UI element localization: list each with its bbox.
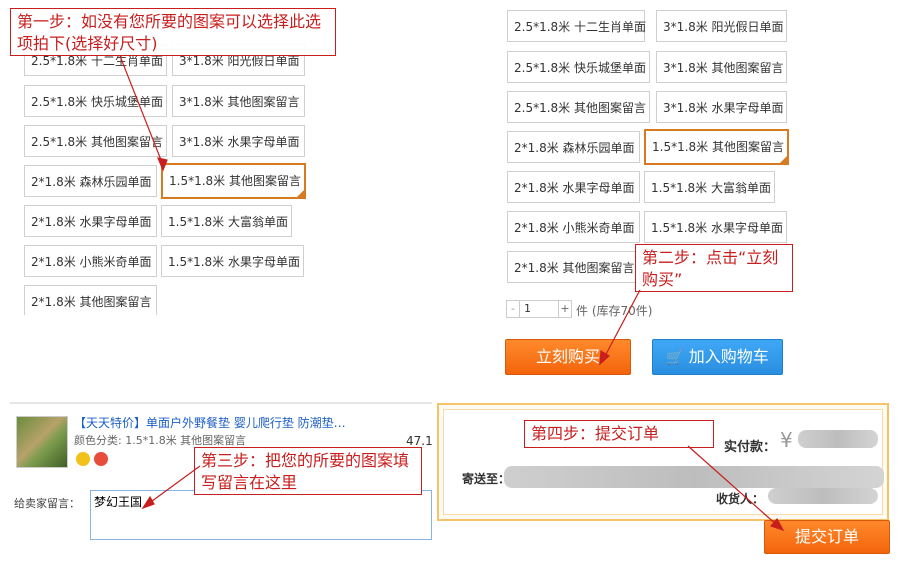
- size-option[interactable]: 2*1.8米 森林乐园单面: [507, 131, 640, 163]
- size-option[interactable]: 3*1.8米 其他图案留言: [172, 85, 305, 117]
- message-value: 梦幻王国: [94, 495, 143, 509]
- options-panel-left: 2.5*1.8米 十二生肖单面 3*1.8米 阳光假日单面 2.5*1.8米 快…: [0, 0, 340, 320]
- ship-label: 寄送至：: [462, 472, 511, 486]
- size-option[interactable]: 2.5*1.8米 其他图案留言: [507, 91, 650, 123]
- address-blurred: [504, 466, 884, 488]
- quantity-minus[interactable]: -: [506, 300, 520, 318]
- product-thumbnail: [16, 416, 68, 468]
- promo-icon-red: [94, 452, 108, 466]
- size-option[interactable]: 2*1.8米 水果字母单面: [24, 205, 157, 237]
- quantity-input[interactable]: 1: [519, 300, 559, 318]
- size-option-selected[interactable]: 1.5*1.8米 其他图案留言: [161, 163, 306, 199]
- buy-now-button[interactable]: 立刻购买: [505, 339, 631, 375]
- size-option[interactable]: 2.5*1.8米 快乐城堡单面: [507, 51, 650, 83]
- size-option-selected[interactable]: 1.5*1.8米 其他图案留言: [644, 129, 789, 165]
- size-option[interactable]: 2*1.8米 其他图案留言: [24, 285, 157, 315]
- cart-label: 加入购物车: [688, 347, 769, 366]
- size-option[interactable]: 2*1.8米 水果字母单面: [507, 171, 640, 203]
- size-option[interactable]: 3*1.8米 阳光假日单面: [656, 10, 787, 42]
- quantity-plus[interactable]: +: [558, 300, 572, 318]
- size-option[interactable]: 2*1.8米 其他图案留言: [507, 251, 640, 283]
- size-option[interactable]: 1.5*1.8米 大富翁单面: [161, 205, 292, 237]
- size-option[interactable]: 2.5*1.8米 快乐城堡单面: [24, 85, 167, 117]
- size-option[interactable]: 3*1.8米 水果字母单面: [172, 125, 305, 157]
- size-option[interactable]: 1.5*1.8米 大富翁单面: [644, 171, 775, 203]
- promo-icon-yellow: [76, 452, 90, 466]
- pay-amount-blurred: [798, 430, 878, 448]
- size-option[interactable]: 2.5*1.8米 其他图案留言: [24, 125, 167, 157]
- receiver-label: 收货人：: [716, 492, 765, 506]
- step2-note: 第二步：点击“立刻购买”: [635, 244, 793, 292]
- pay-label: 实付款：: [724, 440, 777, 455]
- receiver-blurred: [768, 488, 878, 504]
- size-option[interactable]: 1.5*1.8米 水果字母单面: [644, 211, 787, 243]
- step4-note: 第四步：提交订单: [524, 420, 714, 448]
- size-option[interactable]: 1.5*1.8米 水果字母单面: [161, 245, 304, 277]
- stock-label: (库存70件): [591, 304, 653, 318]
- step3-note: 第三步：把您的所要的图案填写留言在这里: [194, 447, 422, 495]
- options-panel-right: 2.5*1.8米 十二生肖单面 3*1.8米 阳光假日单面 2.5*1.8米 快…: [495, 0, 902, 390]
- quantity-unit: 件 (库存70件): [576, 302, 652, 319]
- add-to-cart-button[interactable]: 🛒 加入购物车: [652, 339, 783, 375]
- size-option[interactable]: 3*1.8米 其他图案留言: [656, 51, 787, 83]
- size-option[interactable]: 3*1.8米 水果字母单面: [656, 91, 787, 123]
- cart-icon: 🛒: [666, 350, 684, 366]
- size-option[interactable]: 2*1.8米 森林乐园单面: [24, 165, 157, 197]
- message-textarea[interactable]: 梦幻王国: [90, 490, 432, 540]
- size-option[interactable]: 2*1.8米 小熊米奇单面: [507, 211, 640, 243]
- step1-note: 第一步：如没有您所要的图案可以选择此选项拍下(选择好尺寸): [10, 8, 336, 56]
- order-message-panel: 【天天特价】单面户外野餐垫 婴儿爬行垫 防潮垫… 颜色分类: 1.5*1.8米 …: [10, 402, 433, 564]
- size-option[interactable]: 2*1.8米 小熊米奇单面: [24, 245, 157, 277]
- product-price: 47.1: [406, 434, 433, 448]
- panel-top-border: [10, 402, 432, 404]
- message-label: 给卖家留言：: [14, 497, 80, 510]
- product-title[interactable]: 【天天特价】单面户外野餐垫 婴儿爬行垫 防潮垫…: [74, 414, 346, 431]
- submit-order-button[interactable]: 提交订单: [764, 520, 890, 554]
- size-option[interactable]: 2.5*1.8米 十二生肖单面: [507, 10, 646, 42]
- product-color: 颜色分类: 1.5*1.8米 其他图案留言: [74, 434, 247, 447]
- unit-label: 件: [576, 304, 589, 318]
- currency-symbol: ¥: [780, 428, 793, 452]
